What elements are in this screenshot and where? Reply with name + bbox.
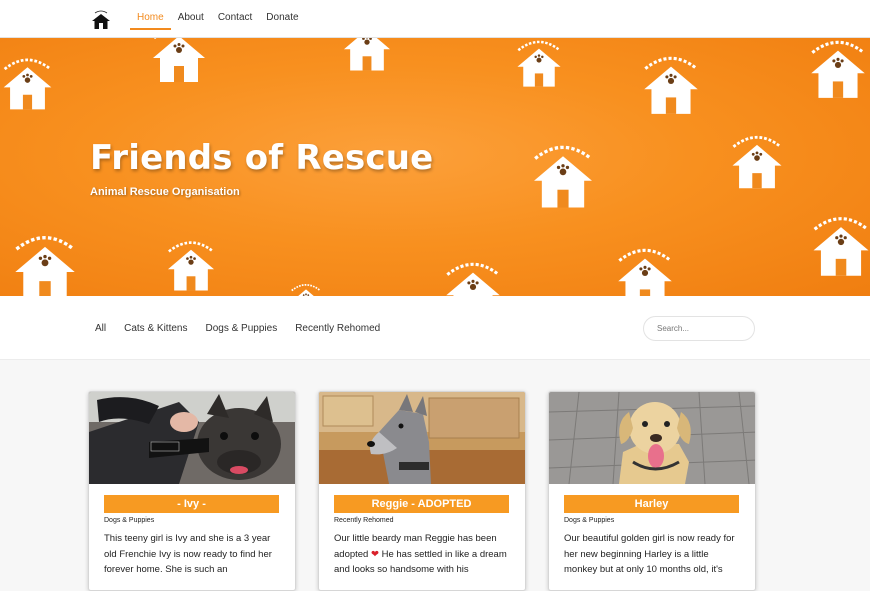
filter-all[interactable]: All <box>95 323 106 334</box>
hero-banner: Friends of Rescue Animal Rescue Organisa… <box>0 38 870 296</box>
rescue-house-icon <box>290 284 322 296</box>
category-filters: All Cats & Kittens Dogs & Puppies Recent… <box>95 323 398 334</box>
animal-card-reggie[interactable]: Reggie - ADOPTED Recently Rehomed Our li… <box>318 391 526 591</box>
card-name-banner: - Ivy - <box>104 495 279 513</box>
rescue-house-icon <box>342 38 392 72</box>
card-category: Recently Rehomed <box>334 517 394 524</box>
nav-about-link[interactable]: About <box>171 0 211 38</box>
hero-title: Friends of Rescue <box>90 138 434 178</box>
top-navbar: Home About Contact Donate <box>0 0 870 38</box>
rescue-house-icon <box>166 241 216 292</box>
ivy-photo <box>89 392 295 484</box>
card-description: This teeny girl is Ivy and she is a 3 ye… <box>104 533 272 575</box>
card-category: Dogs & Puppies <box>104 517 155 524</box>
card-description: Our beautiful golden girl is now ready f… <box>564 533 735 575</box>
hero-subtitle: Animal Rescue Organisation <box>90 186 240 198</box>
rescue-house-icon <box>731 135 783 190</box>
filter-dogs-puppies[interactable]: Dogs & Puppies <box>205 323 277 334</box>
heart-icon: ❤ <box>370 548 379 560</box>
nav-links: Home About Contact Donate <box>130 0 306 38</box>
nav-home-link[interactable]: Home <box>130 0 171 38</box>
rescue-house-icon <box>809 40 867 100</box>
nav-contact-link[interactable]: Contact <box>211 0 259 38</box>
rescue-house-icon <box>444 262 502 296</box>
card-name-banner: Harley <box>564 495 739 513</box>
rescue-house-icon <box>532 145 594 210</box>
rescue-house-icon <box>151 38 207 84</box>
filter-recently-rehomed[interactable]: Recently Rehomed <box>295 323 380 334</box>
reggie-photo <box>319 392 525 484</box>
rescue-house-icon <box>13 235 77 296</box>
card-name-banner: Reggie - ADOPTED <box>334 495 509 513</box>
animal-card-ivy[interactable]: - Ivy - Dogs & Puppies This teeny girl i… <box>88 391 296 591</box>
card-category: Dogs & Puppies <box>564 517 615 524</box>
card-description: Our little beardy man Reggie has been ad… <box>334 533 507 575</box>
house-logo-icon[interactable] <box>90 8 112 30</box>
rescue-house-icon <box>811 217 870 278</box>
harley-photo <box>549 392 755 484</box>
search-input[interactable] <box>643 316 755 341</box>
rescue-house-icon <box>2 58 53 111</box>
nav-donate-link[interactable]: Donate <box>259 0 305 38</box>
rescue-house-icon <box>516 40 562 88</box>
filter-bar: All Cats & Kittens Dogs & Puppies Recent… <box>0 296 870 360</box>
rescue-house-icon <box>616 248 674 296</box>
animal-card-harley[interactable]: Harley Dogs & Puppies Our beautiful gold… <box>548 391 756 591</box>
filter-cats-kittens[interactable]: Cats & Kittens <box>124 323 187 334</box>
rescue-house-icon <box>642 56 700 116</box>
